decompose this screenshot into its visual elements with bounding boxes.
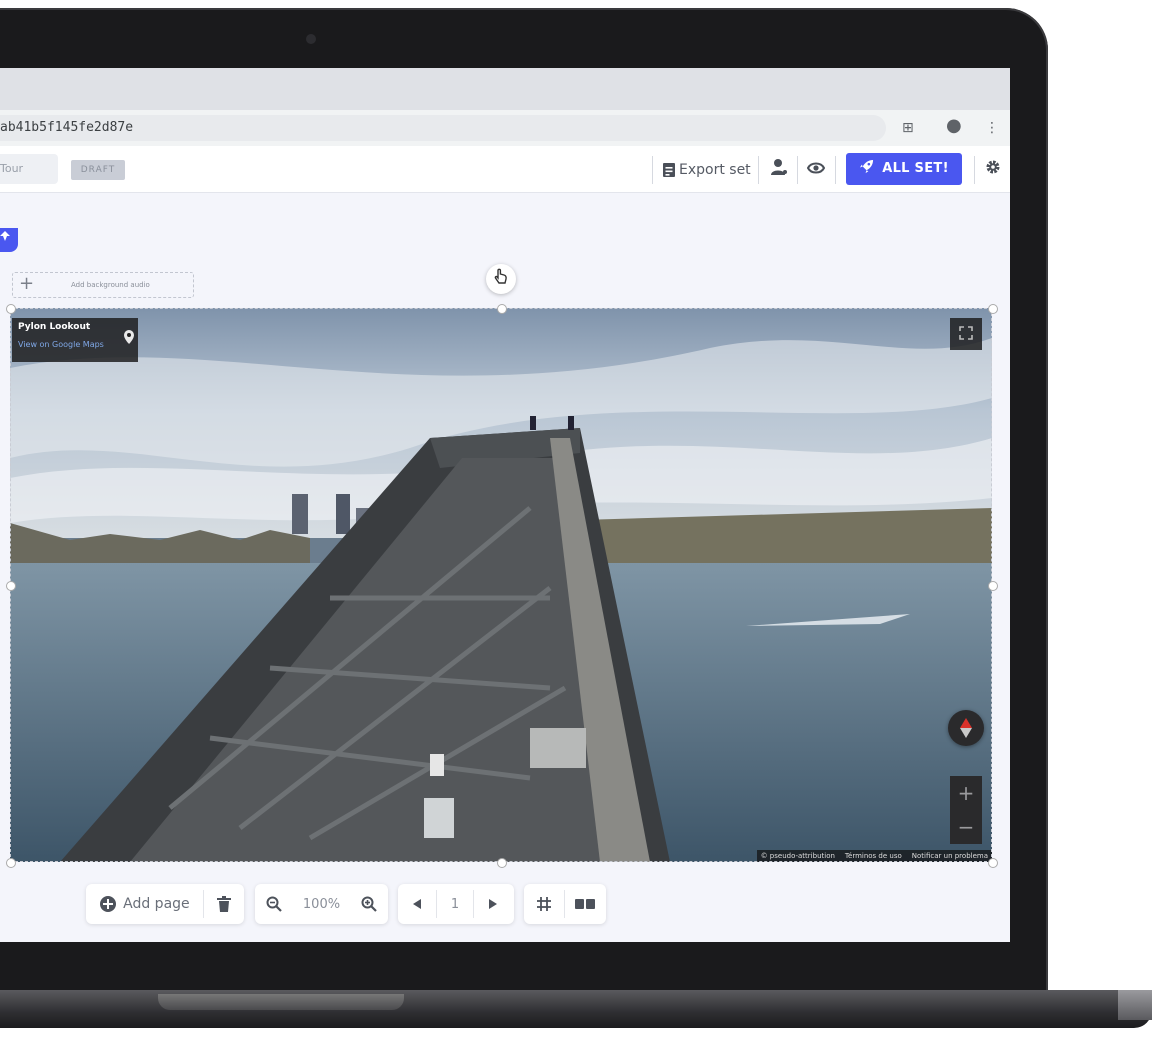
browser-menu-icon[interactable]: ⋮ [985, 118, 999, 138]
drag-handle[interactable] [486, 264, 516, 294]
next-icon [489, 899, 497, 909]
zoom-group: 100% [255, 884, 388, 924]
grid-icon [537, 897, 551, 911]
plus-circle-icon [100, 896, 117, 912]
browser-tab-strip [0, 68, 1010, 110]
editor-canvas: + Add background audio Pylon Lookout Vie… [0, 228, 1010, 942]
plus-icon: + [19, 273, 35, 294]
view-on-maps-link[interactable]: View on Google Maps [18, 340, 104, 349]
fullscreen-button[interactable] [950, 318, 982, 350]
add-page-label: Add page [123, 896, 190, 912]
pin-icon [0, 231, 10, 241]
pano-zoom-control: + − [950, 776, 982, 844]
url-field[interactable]: ab41b5f145fe2d87e [0, 115, 886, 141]
toolbar-divider [797, 156, 798, 184]
compass-icon [960, 718, 972, 738]
panorama-image [10, 308, 992, 862]
resize-handle[interactable] [6, 581, 16, 591]
fullscreen-icon [959, 326, 973, 340]
two-pane-icon [575, 899, 595, 909]
prev-page-button[interactable] [398, 884, 436, 924]
location-card: Pylon Lookout View on Google Maps [12, 318, 138, 362]
toolbar-divider [835, 156, 836, 184]
resize-handle[interactable] [988, 304, 998, 314]
eye-icon [806, 162, 826, 174]
user-icon [771, 159, 787, 175]
pano-zoom-in-button[interactable]: + [950, 776, 982, 810]
share-button[interactable] [767, 158, 791, 183]
location-title: Pylon Lookout [18, 322, 91, 332]
grid-toggle-button[interactable] [524, 884, 564, 924]
page-number[interactable]: 1 [437, 884, 473, 924]
resize-handle[interactable] [497, 858, 507, 868]
toolbar-divider [652, 156, 653, 184]
tour-title-input[interactable]: Tour [0, 154, 58, 184]
preview-button[interactable] [804, 158, 828, 182]
view-options-group [524, 884, 606, 924]
resize-handle[interactable] [6, 858, 16, 868]
export-set-label: Export set [679, 162, 751, 178]
hand-pointer-icon [494, 268, 507, 284]
bottom-toolbar: Add page 100% 1 [0, 884, 1010, 928]
app-toolbar: Tour DRAFT Export set ALL SET! [0, 146, 1010, 193]
extensions-icon[interactable]: ⊞ [902, 118, 914, 138]
laptop-camera [306, 34, 316, 44]
laptop-screen: ab41b5f145fe2d87e ⊞ ● ⋮ Tour DRAFT Expor… [0, 68, 1010, 942]
next-page-button[interactable] [474, 884, 512, 924]
resize-handle[interactable] [988, 581, 998, 591]
add-page-button[interactable]: Add page [86, 884, 203, 924]
resize-handle[interactable] [988, 858, 998, 868]
attribution-report-link[interactable]: Notificar un problema [912, 850, 988, 862]
add-background-audio-label: Add background audio [71, 281, 150, 289]
toolbar-divider [974, 156, 975, 184]
zoom-out-button[interactable] [255, 884, 292, 924]
status-badge: DRAFT [71, 160, 125, 180]
zoom-out-icon [266, 896, 282, 912]
attribution-terms-link[interactable]: Términos de uso [845, 850, 902, 862]
settings-button[interactable] [981, 158, 1005, 182]
profile-icon[interactable]: ● [946, 116, 962, 136]
panorama-viewer[interactable]: Pylon Lookout View on Google Maps + − © … [10, 308, 992, 862]
all-set-label: ALL SET! [882, 161, 949, 176]
rocket-icon [860, 159, 874, 174]
trash-icon [216, 896, 231, 912]
pin-tag[interactable] [0, 228, 18, 252]
map-pin-icon [124, 330, 134, 344]
zoom-in-button[interactable] [351, 884, 388, 924]
export-set-button[interactable]: Export set [662, 156, 751, 184]
page-actions-group: Add page [86, 884, 244, 924]
gear-icon [986, 160, 1000, 174]
layout-toggle-button[interactable] [565, 884, 605, 924]
pano-zoom-out-button[interactable]: − [950, 810, 982, 844]
prev-icon [413, 899, 421, 909]
resize-handle[interactable] [6, 304, 16, 314]
map-attribution: © pseudo-attribution Términos de uso Not… [756, 850, 992, 862]
pagination-group: 1 [398, 884, 514, 924]
zoom-in-icon [361, 896, 378, 912]
delete-page-button[interactable] [204, 884, 244, 924]
document-icon [663, 163, 675, 177]
toolbar-divider [758, 156, 759, 184]
laptop-base-edge [1118, 990, 1152, 1020]
browser-address-bar: ab41b5f145fe2d87e ⊞ ● ⋮ [0, 110, 1010, 147]
attribution-copyright: © pseudo-attribution [760, 852, 835, 860]
all-set-button[interactable]: ALL SET! [846, 153, 962, 185]
laptop-base-notch [158, 994, 404, 1010]
zoom-level: 100% [302, 896, 341, 912]
compass-button[interactable] [948, 710, 984, 746]
resize-handle[interactable] [497, 304, 507, 314]
add-background-audio-slot[interactable]: + Add background audio [12, 272, 194, 298]
